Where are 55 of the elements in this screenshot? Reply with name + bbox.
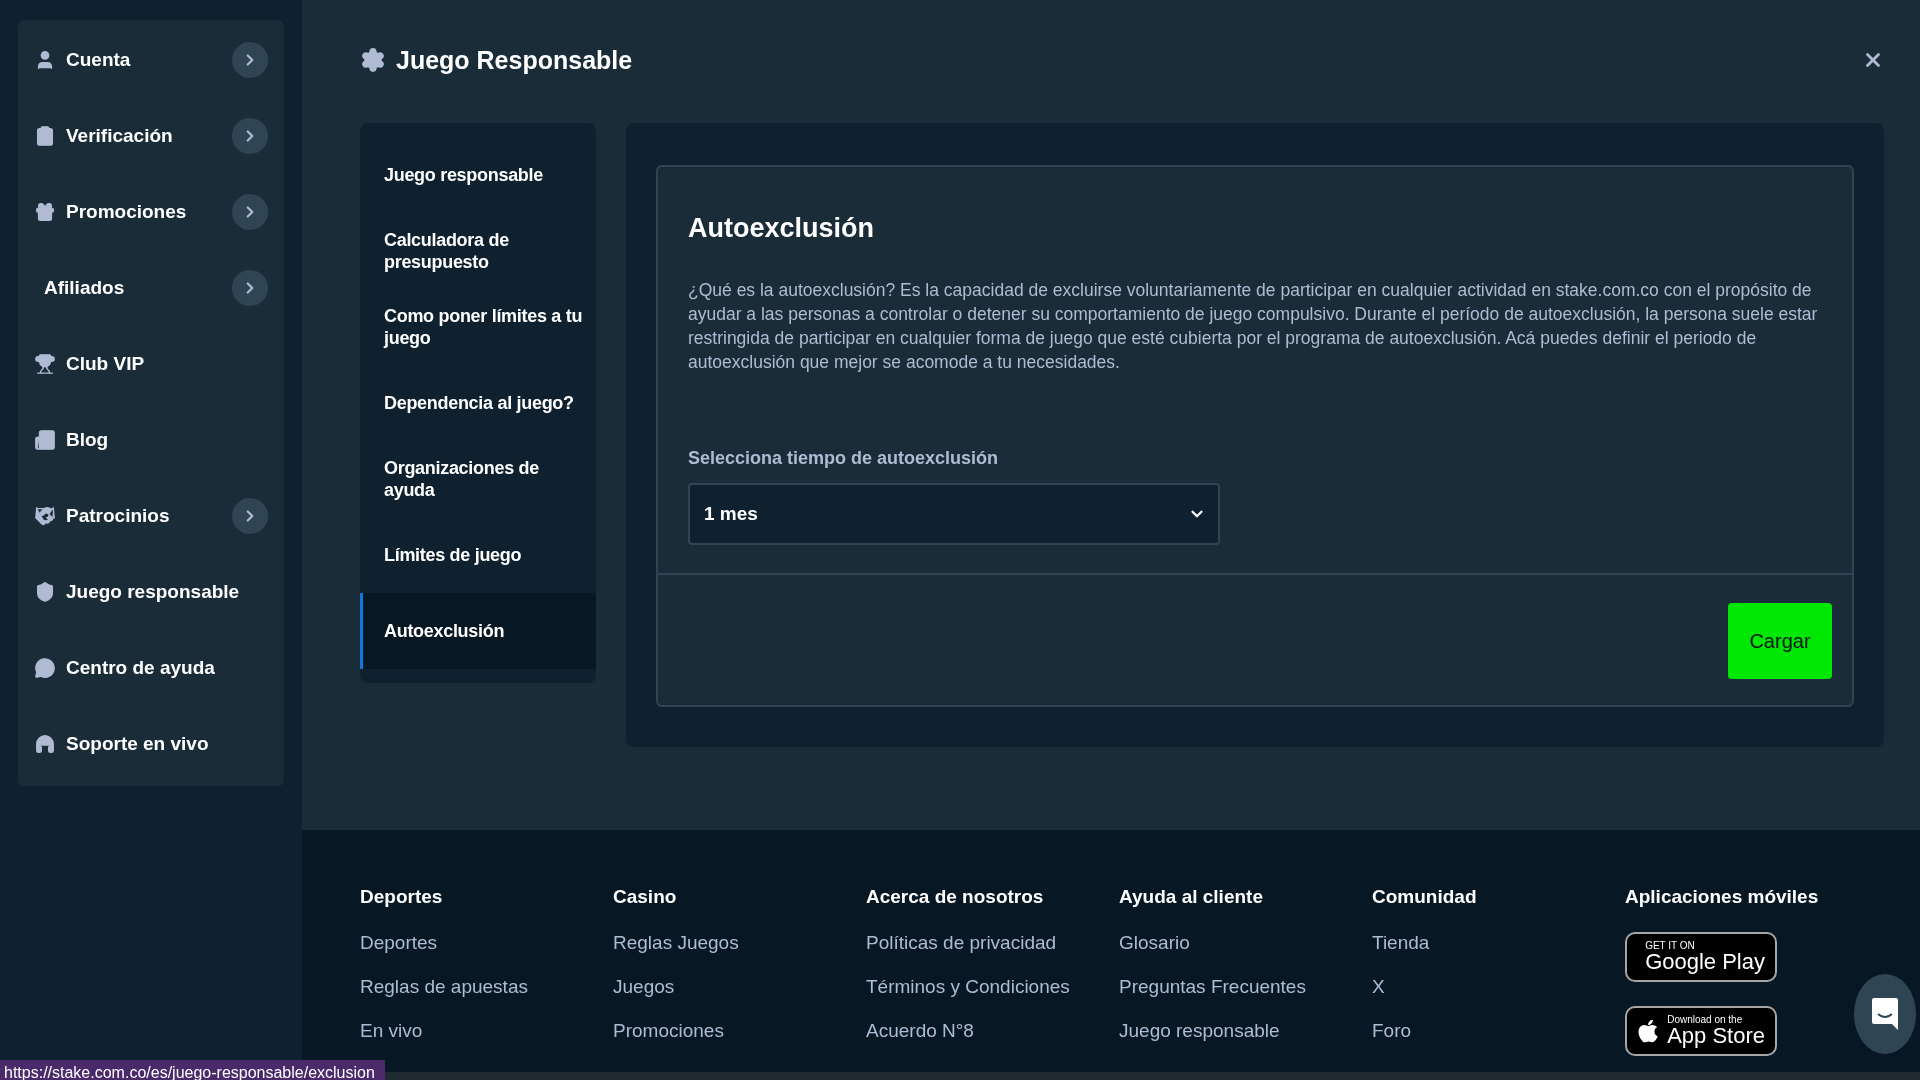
apple-icon xyxy=(1637,1018,1660,1044)
section-heading: Autoexclusión xyxy=(688,213,876,244)
sidebar-item[interactable]: Verificación xyxy=(34,98,268,174)
description-text: ¿Qué es la autoexclusión? Es la capacidad de excluirse voluntariamente de participar en cualquier actividad en stake.com.co con el propósito de ayudar a las personas a controlar o detener su comportamiento de juego compulsivo. Durante el período de autoexclusión, la persona suele estar restringida de participar en cualquier forma de juego que esté cubierta por el programa de autoexclusión. Acá puedes definir el periodo de autoexclusión que mejor se acomode a tu necesidades. xyxy=(688,279,1819,374)
footer-link[interactable]: X xyxy=(1372,976,1625,998)
sidebar-item[interactable]: Cuenta xyxy=(34,22,268,98)
footer-link[interactable]: Foro xyxy=(1372,1020,1625,1042)
submit-button[interactable]: Cargar xyxy=(1728,603,1832,679)
footer-link[interactable]: Políticas de privacidad xyxy=(866,932,1119,954)
footer-link[interactable]: Acuerdo N°8 xyxy=(866,1020,1119,1042)
gift-icon xyxy=(34,201,56,223)
footer-link[interactable]: Promociones xyxy=(613,1020,866,1042)
footer-link[interactable]: Términos y Condiciones xyxy=(866,976,1119,998)
sidebar-item[interactable]: Centro de ayuda xyxy=(34,630,268,706)
chat-icon xyxy=(1871,997,1899,1031)
sidebar-item[interactable]: Promociones xyxy=(34,174,268,250)
headset-icon xyxy=(34,733,56,755)
footer-link[interactable]: Reglas Juegos xyxy=(613,932,866,954)
google-play-badge[interactable]: GET IT ON Google Play xyxy=(1625,932,1777,982)
nav-item[interactable]: Límites de juego xyxy=(360,517,596,593)
footer-heading: Comunidad xyxy=(1372,886,1478,908)
footer-heading: Acerca de nosotros xyxy=(866,886,1045,908)
footer-heading: Deportes xyxy=(360,886,444,908)
footer-heading: Aplicaciones móviles xyxy=(1625,886,1820,908)
settings-icon xyxy=(360,47,386,73)
select-field[interactable]: 1 mes xyxy=(688,483,1220,545)
footer-link[interactable]: Juego responsable xyxy=(1119,1020,1372,1042)
nav-item[interactable]: Calculadora de presupuesto xyxy=(360,213,596,289)
nav-item[interactable]: Autoexclusión xyxy=(360,593,596,669)
sidebar-item[interactable]: Blog xyxy=(34,402,268,478)
sidebar-item[interactable]: Afiliados xyxy=(34,250,268,326)
footer-link[interactable]: Deportes xyxy=(360,932,613,954)
footer-heading: Ayuda al cliente xyxy=(1119,886,1264,908)
footer-link[interactable]: Tienda xyxy=(1372,932,1625,954)
footer-link[interactable]: Juegos xyxy=(613,976,866,998)
footer-link[interactable]: Preguntas Frecuentes xyxy=(1119,976,1372,998)
nav-item[interactable]: Juego responsable xyxy=(360,137,596,213)
sidebar-item[interactable]: Soporte en vivo xyxy=(34,706,268,782)
nav-item[interactable]: Dependencia al juego? xyxy=(360,365,596,441)
sidebar-item[interactable]: Club VIP xyxy=(34,326,268,402)
footer-heading: Casino xyxy=(613,886,678,908)
sidebar-item[interactable]: Juego responsable xyxy=(34,554,268,630)
app-store-badge[interactable]: Download on the App Store xyxy=(1625,1006,1777,1056)
modal-title: Juego Responsable xyxy=(396,45,634,75)
sidebar-item[interactable]: Patrocinios xyxy=(34,478,268,554)
select-label: Selecciona tiempo de autoexclusión xyxy=(688,448,1000,469)
footer-link[interactable]: Reglas de apuestas xyxy=(360,976,613,998)
nav-item[interactable]: Organizaciones de ayuda xyxy=(360,441,596,517)
footer-link[interactable]: Glosario xyxy=(1119,932,1372,954)
chat-bubble-icon xyxy=(34,657,56,679)
footer-link[interactable]: En vivo xyxy=(360,1020,613,1042)
nav-item[interactable]: Como poner límites a tu juego xyxy=(360,289,596,365)
scrollbar[interactable] xyxy=(384,1072,1920,1080)
shield-icon xyxy=(34,581,56,603)
trophy-icon xyxy=(34,353,56,375)
